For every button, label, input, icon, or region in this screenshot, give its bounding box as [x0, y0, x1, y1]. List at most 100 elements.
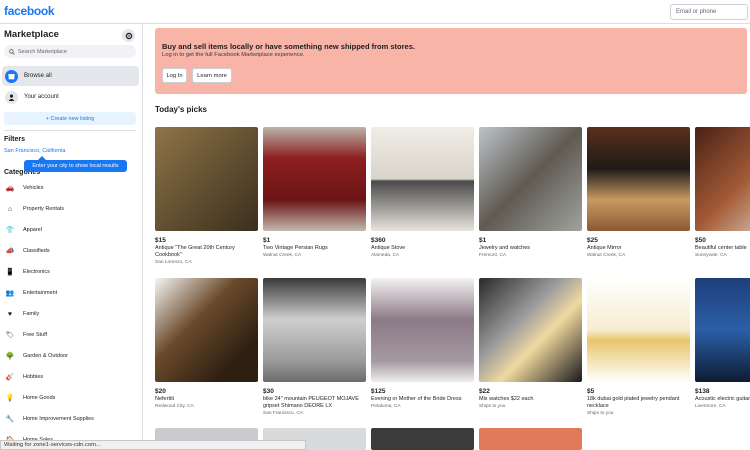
listing-card[interactable]: $30 bike 24" mountain PEUGEOT MOJAVE grip…: [263, 278, 366, 416]
listing-price: $1: [263, 237, 271, 244]
guitar-icon: 🎸: [5, 374, 15, 381]
listing-title: Acoustic electric guitar: [695, 396, 750, 402]
divider: [4, 130, 136, 131]
listing-photo[interactable]: [587, 127, 690, 231]
category-item[interactable]: ♥ Family: [4, 307, 39, 321]
listing-price: $15: [155, 237, 166, 244]
listing-price: $1: [479, 237, 487, 244]
listing-title: 18k dubai gold plated jewelry pendant ne…: [587, 396, 680, 409]
filters-heading: Filters: [4, 136, 26, 143]
category-item[interactable]: 👥 Entertainment: [4, 286, 58, 300]
listing-title: bike 24" mountain PEUGEOT MOJAVE gripset…: [263, 396, 359, 409]
main-content: Buy and sell items locally or have somet…: [143, 24, 750, 450]
listing-photo[interactable]: [479, 428, 582, 450]
login-button[interactable]: Log In: [162, 68, 187, 83]
listing-location: Walnut Creek, CA: [587, 253, 626, 258]
listing-card[interactable]: $15 Antique "The Great 20th Century Cookb…: [155, 127, 258, 265]
tag-icon: 🏷: [5, 332, 15, 339]
category-item[interactable]: 💡 Home Goods: [4, 391, 56, 405]
listing-title: Antique "The Great 20th Century Cookbook…: [155, 245, 235, 258]
marketplace-title: Marketplace: [4, 29, 59, 40]
listing-location: Petaluma, CA: [371, 404, 401, 409]
listing-title: Two Vintage Persian Rugs: [263, 245, 328, 251]
listing-card[interactable]: $125 Evening or Mother of the Bride Dress…: [371, 278, 474, 409]
person-icon: [5, 90, 18, 104]
listing-card[interactable]: $20 Nefertiti Redwood City, CA: [155, 278, 258, 409]
listing-price: $22: [479, 388, 490, 395]
settings-button[interactable]: [122, 29, 135, 42]
nav-label: Browse all: [24, 73, 52, 79]
listing-photo[interactable]: [479, 278, 582, 382]
category-item[interactable]: 📣 Classifieds: [4, 244, 50, 258]
location-link[interactable]: San Francisco, California: [4, 148, 65, 154]
nav-label: Your account: [24, 94, 59, 100]
people-icon: 👥: [5, 290, 15, 297]
category-label: Free Stuff: [23, 332, 48, 338]
listing-price: $138: [695, 388, 710, 395]
listing-title: Antique Mirror: [587, 245, 622, 251]
category-label: Property Rentals: [23, 206, 64, 212]
search-input[interactable]: Search Marketplace: [4, 45, 136, 58]
wrench-icon: 🔧: [5, 416, 15, 423]
listing-location: Ships to you: [587, 411, 614, 416]
login-banner: Buy and sell items locally or have somet…: [155, 28, 747, 94]
category-item[interactable]: 📱 Electronics: [4, 265, 50, 279]
search-placeholder: Search Marketplace: [18, 48, 67, 55]
listing-photo[interactable]: [155, 278, 258, 382]
create-listing-button[interactable]: + Create new listing: [4, 112, 136, 125]
listing-price: $50: [695, 237, 706, 244]
category-item[interactable]: 🌳 Garden & Outdoor: [4, 349, 68, 363]
listing-photo[interactable]: [263, 127, 366, 231]
category-item[interactable]: 🚗 Vehicles: [4, 181, 44, 195]
listing-card[interactable]: $1 Two Vintage Persian Rugs Walnut Creek, …: [263, 127, 366, 258]
category-label: Home Goods: [23, 395, 56, 401]
listing-card[interactable]: $25 Antique Mirror Walnut Creek, CA: [587, 127, 690, 258]
listing-location: Fremont, CA: [479, 253, 507, 258]
email-field[interactable]: Email or phone: [670, 4, 748, 20]
listing-card[interactable]: $138 Acoustic electric guitar Livermore, C…: [695, 278, 750, 409]
listing-price: $360: [371, 237, 386, 244]
listing-photo[interactable]: [371, 127, 474, 231]
listing-title: Evening or Mother of the Bride Dress: [371, 396, 462, 402]
listing-price: $20: [155, 388, 166, 395]
listing-location: Walnut Creek, CA: [263, 253, 302, 258]
listing-price: $5: [587, 388, 595, 395]
listing-price: $125: [371, 388, 386, 395]
listing-photo[interactable]: [695, 127, 750, 231]
listing-location: Livermore, CA: [695, 404, 726, 409]
listing-title: Nefertiti: [155, 396, 174, 402]
learn-more-button[interactable]: Learn more: [192, 68, 232, 83]
banner-subtitle: Log in to get the full Facebook Marketpl…: [162, 52, 305, 58]
listing-card[interactable]: $22 Mix watches $22 each Ships to you: [479, 278, 582, 409]
listing-location: Redwood City, CA: [155, 404, 194, 409]
category-label: Classifieds: [23, 248, 50, 254]
listing-location: San Francisco, CA: [263, 411, 303, 416]
category-item[interactable]: ⌂ Property Rentals: [4, 202, 64, 216]
listing-photo[interactable]: [263, 278, 366, 382]
listing-card[interactable]: $50 Beautiful center table Sunnyvale, CA: [695, 127, 750, 258]
listing-card[interactable]: $360 Antique Stove Alameda, CA: [371, 127, 474, 258]
listing-card[interactable]: $1 Jewelry and watches Fremont, CA: [479, 127, 582, 258]
listing-title: Jewelry and watches: [479, 245, 531, 251]
category-item[interactable]: 🏷 Free Stuff: [4, 328, 48, 342]
category-label: Electronics: [23, 269, 50, 275]
listing-photo[interactable]: [587, 278, 690, 382]
category-label: Garden & Outdoor: [23, 353, 68, 359]
facebook-logo[interactable]: facebook: [4, 4, 55, 18]
listing-photo[interactable]: [371, 278, 474, 382]
house-icon: ⌂: [7, 205, 13, 213]
listing-photo[interactable]: [155, 127, 258, 231]
listing-card[interactable]: $5 18k dubai gold plated jewelry pendant …: [587, 278, 690, 416]
nav-your-account[interactable]: Your account: [2, 87, 139, 107]
storefront-icon: [5, 69, 18, 83]
heart-icon: ♥: [7, 310, 13, 318]
listing-photo[interactable]: [695, 278, 750, 382]
listing-photo[interactable]: [479, 127, 582, 231]
category-item[interactable]: 🔧 Home Improvement Supplies: [4, 412, 94, 426]
listing-photo[interactable]: [371, 428, 474, 450]
lamp-icon: 💡: [5, 395, 15, 402]
category-item[interactable]: 👕 Apparel: [4, 223, 42, 237]
category-item[interactable]: 🎸 Hobbies: [4, 370, 44, 384]
nav-browse-all[interactable]: Browse all: [2, 66, 139, 86]
category-label: Apparel: [23, 227, 42, 233]
